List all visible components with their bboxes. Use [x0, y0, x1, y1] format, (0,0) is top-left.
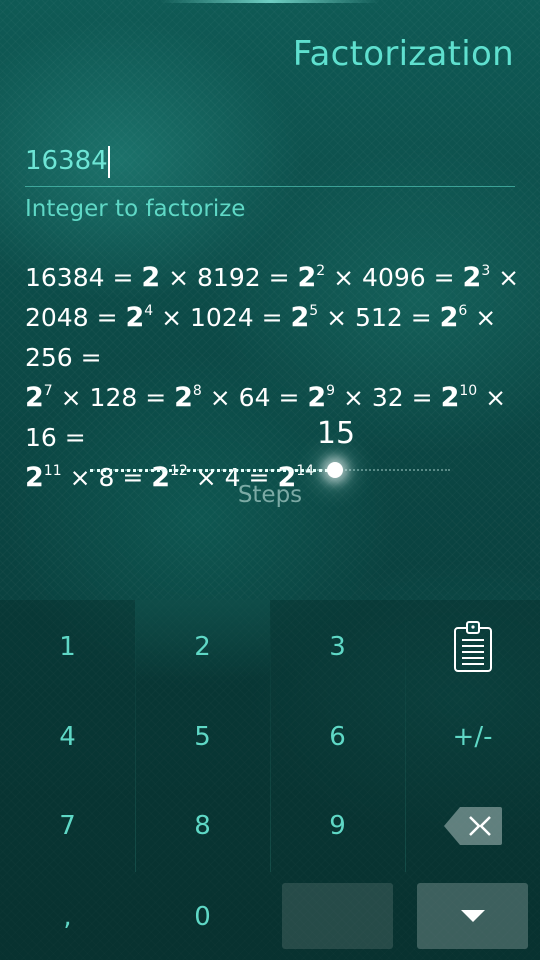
result-line: 16384 = 2 × 8192 = 22 × 4096 = 23 × [25, 258, 520, 298]
steps-slider[interactable] [90, 460, 450, 480]
key-6[interactable]: 6 [270, 692, 405, 782]
integer-input-value[interactable]: 16384 [25, 140, 108, 182]
clipboard-icon [453, 621, 492, 672]
key-9[interactable]: 9 [270, 781, 405, 871]
result-exponent: 6 [458, 303, 468, 319]
result-text: × 64 = [201, 383, 308, 412]
result-exponent: 8 [192, 383, 202, 399]
key-5[interactable]: 5 [135, 692, 270, 782]
result-text: 2048 = [25, 303, 126, 332]
result-exponent: 7 [43, 383, 53, 399]
result-prime-base: 2 [125, 302, 145, 333]
key-1[interactable]: 1 [0, 602, 135, 692]
result-exponent: 4 [144, 303, 154, 319]
hide-keyboard-button[interactable] [417, 883, 528, 949]
text-cursor [107, 146, 110, 178]
backspace-button[interactable] [405, 781, 540, 871]
result-prime-base: 2 [297, 262, 317, 293]
result-text: × 4096 = [325, 263, 463, 292]
result-text: × 1024 = [153, 303, 291, 332]
result-prime-base: 2 [439, 302, 459, 333]
result-line: 2048 = 24 × 1024 = 25 × 512 = 26 × 256 = [25, 298, 520, 378]
result-text: × 32 = [335, 383, 441, 412]
blank-key[interactable] [282, 883, 393, 949]
result-exponent: 2 [316, 263, 326, 279]
result-exponent: 3 [481, 263, 491, 279]
key-4[interactable]: 4 [0, 692, 135, 782]
numeric-keypad: 1 2 3 4 5 6 +/- 7 8 9 , 0 [0, 600, 540, 960]
page-title: Factorization [292, 34, 514, 74]
top-glow-indicator [160, 0, 380, 3]
result-line: 27 × 128 = 28 × 64 = 29 × 32 = 210 × 16 … [25, 378, 520, 458]
result-prime-base: 2 [174, 382, 193, 413]
steps-slider-value: 15 [316, 416, 356, 451]
key-plus-minus[interactable]: +/- [405, 692, 540, 782]
key-3[interactable]: 3 [270, 602, 405, 692]
result-prime-base: 2 [25, 382, 44, 413]
result-exponent: 11 [43, 463, 62, 479]
result-exponent: 9 [326, 383, 336, 399]
key-2[interactable]: 2 [135, 602, 270, 692]
result-prime-base: 2 [307, 382, 327, 413]
integer-input-label: Integer to factorize [25, 196, 246, 222]
result-exponent: 10 [459, 383, 478, 399]
key-0[interactable]: 0 [135, 872, 270, 960]
result-text: × 128 = [52, 383, 175, 412]
steps-slider-label: Steps [237, 482, 303, 508]
backspace-icon [443, 807, 502, 845]
result-text: 16384 = [25, 263, 142, 292]
result-prime-base: 2 [462, 262, 482, 293]
result-text: × 512 = [318, 303, 440, 332]
slider-fill [90, 469, 335, 472]
result-prime-base: 2 [290, 302, 310, 333]
result-text: × [490, 263, 520, 292]
slider-handle[interactable] [326, 462, 343, 478]
integer-input-field[interactable]: 16384 [25, 140, 515, 187]
paste-button[interactable] [405, 602, 540, 692]
key-comma[interactable]: , [0, 872, 135, 960]
result-exponent: 5 [309, 303, 319, 319]
result-prime-base: 2 [141, 262, 161, 293]
result-text: × 8192 = [160, 263, 298, 292]
key-7[interactable]: 7 [0, 781, 135, 871]
key-8[interactable]: 8 [135, 781, 270, 871]
hide-keyboard-icon [460, 910, 485, 922]
result-prime-base: 2 [440, 382, 460, 413]
